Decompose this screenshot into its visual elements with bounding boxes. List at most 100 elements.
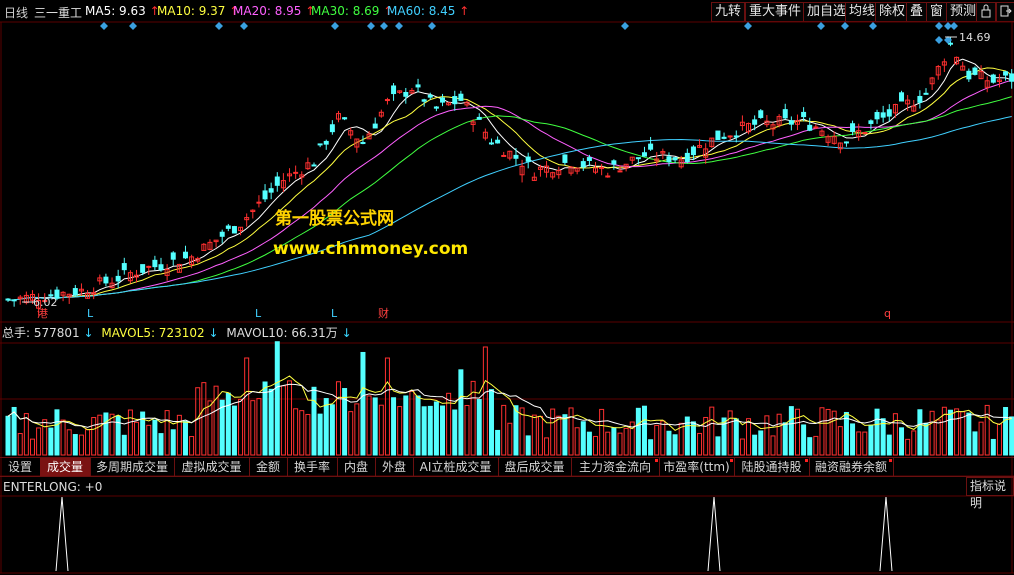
volume-bar xyxy=(287,380,293,456)
candle-body xyxy=(501,154,507,157)
volume-bar xyxy=(537,415,543,456)
candle-body xyxy=(384,99,390,102)
candle-body xyxy=(1003,71,1009,76)
candle-body xyxy=(219,231,225,237)
mavol10-arrow-icon: ↓ xyxy=(341,326,352,340)
candle-body xyxy=(268,188,274,193)
tab-margin-label: 融资融券余额 xyxy=(814,460,887,474)
volume-bar xyxy=(697,432,703,456)
tab-turnover[interactable]: 换手率 xyxy=(287,458,338,476)
volume-bar xyxy=(231,405,237,456)
tab-virtual-volume[interactable]: 虚拟成交量 xyxy=(174,458,250,476)
candle-body xyxy=(611,160,617,165)
new-dot-icon xyxy=(655,459,658,462)
tab-after-hours-volume[interactable]: 盘后成交量 xyxy=(498,458,572,476)
signal-diamond xyxy=(841,22,849,30)
candle-body xyxy=(513,154,519,159)
signal-diamond xyxy=(129,22,137,30)
tab-ai-volume[interactable]: AI立桩成交量 xyxy=(413,458,499,476)
volume-bar xyxy=(556,415,562,456)
volume-bar xyxy=(892,413,898,456)
volume-bar xyxy=(195,387,201,456)
volume-bar xyxy=(531,414,537,456)
volume-bar xyxy=(354,403,360,456)
volume-bar xyxy=(464,404,470,456)
volume-bar xyxy=(978,421,984,456)
tab-amount[interactable]: 金额 xyxy=(249,458,288,476)
event-marker-finance: 财 xyxy=(378,306,389,320)
volume-bar xyxy=(5,415,11,456)
volume-bar xyxy=(238,398,244,456)
signal-diamond xyxy=(100,22,108,30)
volume-bar xyxy=(378,404,384,456)
volume-bar xyxy=(586,431,592,456)
volume-bar xyxy=(440,405,446,456)
tab-settings[interactable]: 设置 xyxy=(0,458,41,476)
candle-body xyxy=(274,176,280,186)
tab-multi-period-volume[interactable]: 多周期成交量 xyxy=(90,458,175,476)
tab-inner[interactable]: 内盘 xyxy=(337,458,376,476)
volume-bar xyxy=(36,427,42,456)
volume-bar xyxy=(782,422,788,456)
volume-bar xyxy=(1009,416,1014,456)
candle-body xyxy=(103,276,109,284)
tab-pe-ttm[interactable]: 市盈率(ttm) xyxy=(659,458,735,476)
candle-body xyxy=(807,124,813,131)
candle-body xyxy=(923,92,929,95)
volume-bar xyxy=(617,432,623,456)
volume-bar xyxy=(164,410,170,456)
tab-margin-balance[interactable]: 融资融券余额 xyxy=(809,458,894,476)
signal-diamond xyxy=(744,22,752,30)
volume-bar xyxy=(593,435,599,456)
volume-bar xyxy=(605,431,611,456)
volume-bar xyxy=(274,341,280,456)
watermark-title: 第一股票公式网 xyxy=(275,209,394,229)
volume-bar xyxy=(690,421,696,456)
candle-body xyxy=(256,201,262,204)
volume-bar xyxy=(476,399,482,456)
candle-body xyxy=(666,156,672,163)
candle-body xyxy=(342,117,348,120)
volume-bar xyxy=(29,438,35,456)
candle-body xyxy=(372,123,378,129)
volume-bar xyxy=(201,382,207,456)
candle-body xyxy=(360,142,366,145)
candle-body xyxy=(990,74,996,83)
candle-body xyxy=(788,120,794,125)
event-marker-l1: L xyxy=(87,307,94,320)
volume-bar xyxy=(42,419,48,456)
volume-bar xyxy=(752,434,758,456)
indicator-help-button[interactable]: 指标说明 xyxy=(966,477,1014,510)
signal-diamond xyxy=(380,22,388,30)
candle-body xyxy=(684,152,690,163)
candle-body xyxy=(433,106,439,109)
mavol10: MAVOL10: 66.31万 xyxy=(226,326,338,340)
tab-outer[interactable]: 外盘 xyxy=(375,458,414,476)
volume-bar xyxy=(66,429,72,456)
mavol5: MAVOL5: 723102 xyxy=(101,326,205,340)
volume-bar xyxy=(452,409,458,456)
candle-body xyxy=(617,170,623,173)
enterlong-spike xyxy=(879,496,893,572)
volume-bar xyxy=(91,417,97,456)
volume-bar xyxy=(874,408,880,456)
tab-volume[interactable]: 成交量 xyxy=(40,458,91,476)
volume-bar xyxy=(109,413,115,456)
volume-bar xyxy=(813,435,819,456)
candle-body xyxy=(72,288,78,296)
tab-northbound-label: 陆股通持股 xyxy=(741,460,802,474)
volume-bar xyxy=(648,439,654,456)
volume-bar xyxy=(966,412,972,456)
kline-chart[interactable]: 14.69 6.02 港 L L L 财 q xyxy=(0,0,1014,575)
volume-bar xyxy=(482,346,488,456)
signal-diamond xyxy=(621,22,629,30)
volume-bar xyxy=(495,429,501,456)
volume-bar xyxy=(397,406,403,456)
candle-body xyxy=(415,84,421,88)
volume-bar xyxy=(409,390,415,456)
tab-main-fund-flow[interactable]: 主力资金流向 xyxy=(571,458,660,476)
tab-main-fund-flow-label: 主力资金流向 xyxy=(578,460,651,474)
volume-bar xyxy=(488,389,494,456)
tab-northbound-holdings[interactable]: 陆股通持股 xyxy=(734,458,810,476)
volume-bar xyxy=(299,410,305,456)
